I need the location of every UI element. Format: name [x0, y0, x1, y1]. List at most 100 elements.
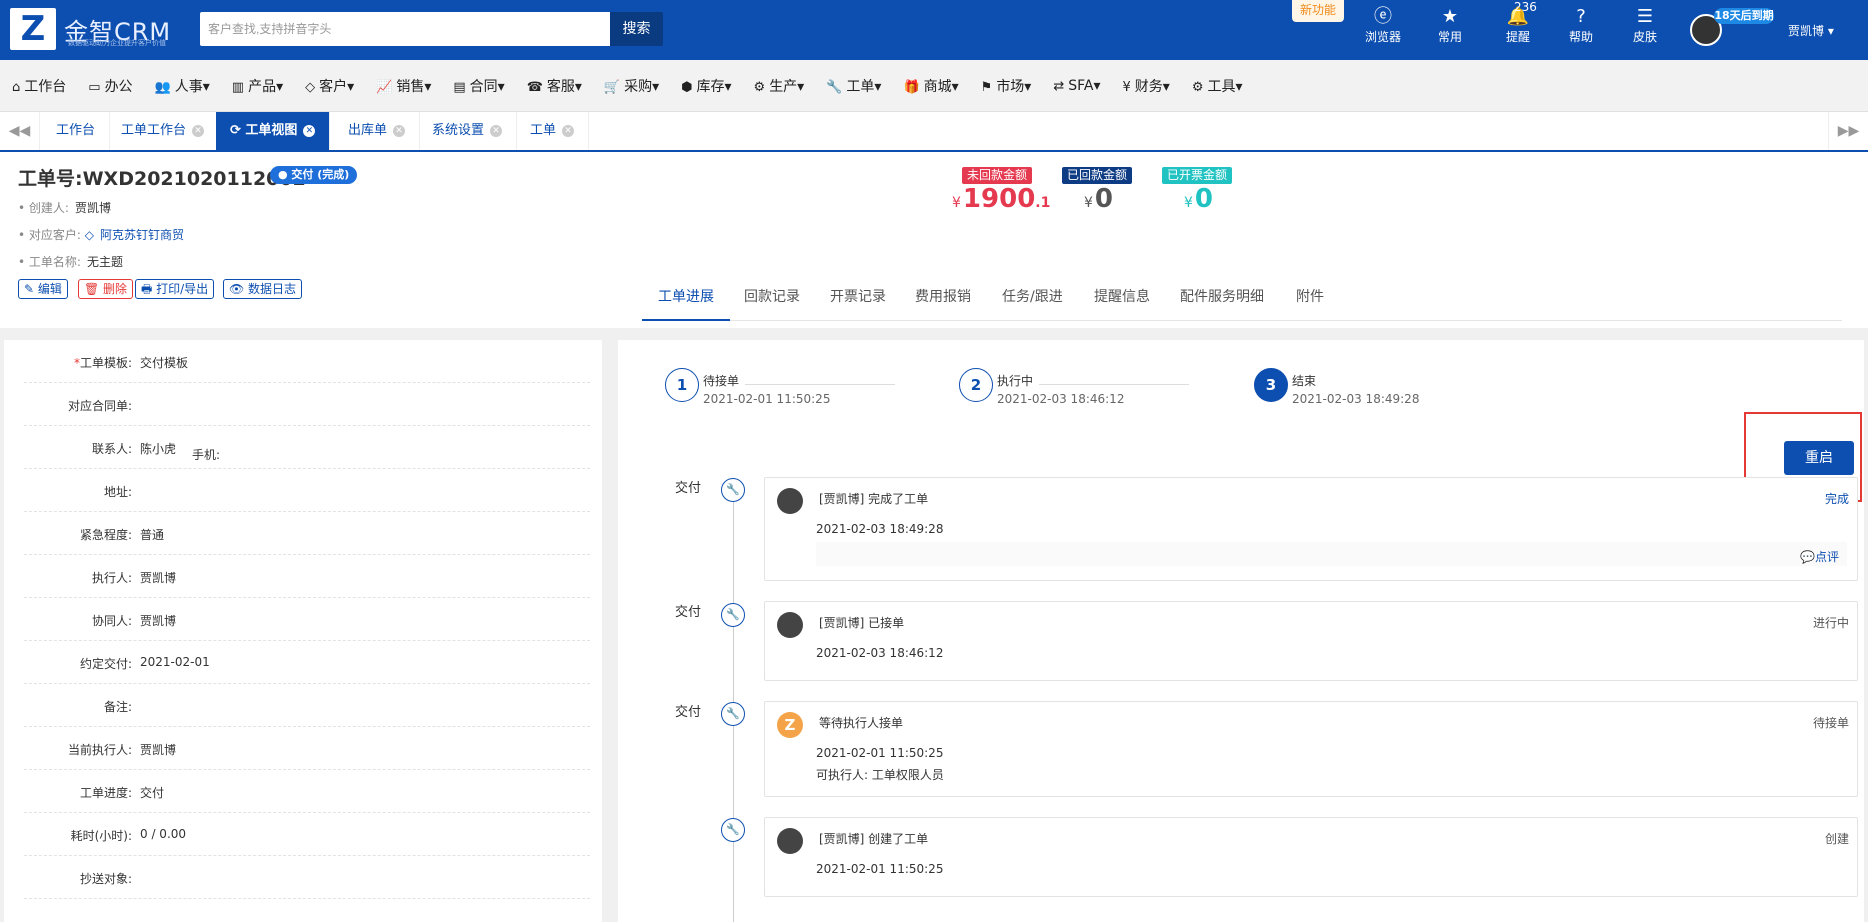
field-label: 耗时(小时): — [70, 829, 132, 843]
cubes-icon: ⬢ — [681, 79, 693, 95]
user-menu[interactable]: 贾凯博 ▾ — [1788, 22, 1834, 39]
customer-link[interactable]: 阿克苏钉钉商贸 — [100, 228, 184, 242]
wrench-icon: 🔧 — [721, 603, 745, 627]
close-icon[interactable]: ✕ — [490, 124, 503, 137]
customer-search-input[interactable] — [200, 12, 610, 46]
tab-system-settings[interactable]: 系统设置 ✕ — [418, 112, 518, 150]
tab-workbench[interactable]: 工作台 — [42, 112, 111, 150]
mobile-label: 手机: — [192, 448, 221, 462]
tab-label: 工单工作台 — [121, 123, 187, 138]
help-label: 帮助 — [1568, 30, 1593, 44]
timeline-time: 2021-02-03 18:46:12 — [816, 646, 944, 660]
step-pending: 1 待接单 2021-02-01 11:50:25 — [665, 368, 925, 410]
step-date: 2021-02-01 11:50:25 — [703, 392, 831, 406]
amount-value: 1900 — [962, 184, 1036, 214]
new-feature-badge[interactable]: 新功能 — [1292, 0, 1344, 22]
comment-button[interactable]: 💬点评 — [1800, 548, 1839, 565]
tabs-scroll-right-icon[interactable]: ▶▶ — [1828, 112, 1868, 150]
close-icon[interactable]: ✕ — [393, 124, 406, 137]
menu-contract[interactable]: ▤ 合同▾ — [453, 76, 504, 96]
skin-icon: ☰ — [1636, 6, 1654, 27]
menu-customer[interactable]: ◇ 客户▾ — [305, 76, 354, 96]
field-value: 贾凯博 — [140, 614, 177, 628]
subtab-reminders[interactable]: 提醒信息 — [1094, 285, 1150, 321]
menu-mall[interactable]: 🎁 商城▾ — [903, 76, 958, 96]
timeline-time: 2021-02-03 18:49:28 — [816, 522, 944, 536]
menu-label: 采购▾ — [624, 78, 660, 95]
search-button[interactable]: 搜索 — [610, 12, 663, 46]
menu-product[interactable]: ▥ 产品▾ — [232, 76, 283, 96]
menu-sfa[interactable]: ⇄ SFA▾ — [1053, 78, 1100, 94]
field-address: 地址: — [24, 469, 590, 512]
menu-tools[interactable]: ⚙ 工具▾ — [1192, 76, 1243, 96]
timeline-extra: 可执行人: 工单权限人员 — [816, 768, 944, 782]
tab-outbound[interactable]: 出库单 ✕ — [334, 112, 421, 150]
edit-button[interactable]: ✎ 编辑 — [18, 279, 68, 299]
menu-hr[interactable]: 👥 人事▾ — [155, 76, 210, 96]
menu-workbench[interactable]: ⌂ 工作台 — [12, 76, 66, 96]
tab-label: 系统设置 — [432, 123, 485, 138]
wrench-icon: 🔧 — [721, 478, 745, 502]
timeline-card: [贾凯博] 完成了工单 2021-02-03 18:49:28 完成 💬点评 — [764, 477, 1858, 581]
unpaid-amount: ¥1900.1 — [952, 184, 1050, 214]
subtab-invoice-records[interactable]: 开票记录 — [830, 285, 886, 321]
menu-workorder[interactable]: 🔧 工单▾ — [826, 76, 881, 96]
browser-button[interactable]: ⓔ 浏览器 — [1355, 6, 1411, 45]
menu-label: 库存▾ — [696, 78, 732, 95]
delete-button[interactable]: 🗑 删除 — [78, 279, 134, 299]
favorites-button[interactable]: ★ 常用 — [1422, 6, 1478, 45]
close-icon[interactable]: ✕ — [303, 124, 316, 137]
subtab-tasks[interactable]: 任务/跟进 — [1002, 285, 1063, 321]
data-log-button[interactable]: 👁 数据日志 — [223, 279, 303, 299]
refresh-icon[interactable]: ⟳ — [230, 123, 245, 138]
menu-inventory[interactable]: ⬢ 库存▾ — [681, 76, 731, 96]
currency-symbol: ¥ — [1084, 195, 1093, 211]
subtab-parts-service[interactable]: 配件服务明细 — [1180, 285, 1264, 321]
subtab-payment-records[interactable]: 回款记录 — [744, 285, 800, 321]
trial-badge: 18天后到期 — [1714, 8, 1774, 24]
menu-finance[interactable]: ¥ 财务▾ — [1123, 76, 1170, 96]
menu-service[interactable]: ☎ 客服▾ — [527, 76, 582, 96]
menu-office[interactable]: ▭ 办公 — [88, 76, 132, 96]
app-logo[interactable]: Z 金智CRM 数据驱动助力企业提升客户价值 — [10, 8, 171, 50]
close-icon[interactable]: ✕ — [562, 124, 575, 137]
print-export-button[interactable]: 🖶 打印/导出 — [135, 279, 215, 299]
subtab-progress[interactable]: 工单进展 — [642, 285, 730, 321]
tab-label: 出库单 — [348, 123, 388, 138]
field-delivery-date: 约定交付: 2021-02-01 — [24, 641, 590, 684]
tabs-scroll-left-icon[interactable]: ◀◀ — [0, 112, 40, 150]
menu-label: 合同▾ — [469, 78, 505, 95]
menu-production[interactable]: ⚙ 生产▾ — [754, 76, 805, 96]
page-tabs: ◀◀ 工作台 工单工作台 ✕ ⟳ 工单视图 ✕ 出库单 ✕ 系统设置 ✕ 工单 ✕ ▶▶ — [0, 112, 1868, 152]
step-number: 2 — [959, 368, 993, 402]
field-progress: 工单进度: 交付 — [24, 770, 590, 813]
menu-market[interactable]: ⚑ 市场▾ — [981, 76, 1032, 96]
menu-sales[interactable]: 📈 销售▾ — [376, 76, 431, 96]
tab-workorder-workbench[interactable]: 工单工作台 ✕ — [107, 112, 220, 150]
field-label: 备注: — [103, 700, 132, 714]
menu-label: 客户▾ — [319, 78, 355, 95]
menu-purchase[interactable]: 🛒 采购▾ — [604, 76, 659, 96]
timeline-title: 等待执行人接单 — [819, 716, 904, 730]
field-value: 交付 — [140, 786, 165, 800]
subtab-attachments[interactable]: 附件 — [1296, 285, 1324, 321]
field-value: 2021-02-01 — [140, 655, 210, 669]
timeline-kind: 交付 — [675, 481, 702, 496]
top-bar: Z 金智CRM 数据驱动助力企业提升客户价值 搜索 新功能 ⓔ 浏览器 ★ 常用… — [0, 0, 1868, 60]
step-number: 3 — [1254, 368, 1288, 402]
timeline-title: [贾凯博] 完成了工单 — [819, 492, 929, 506]
name-label: 工单名称: — [28, 255, 81, 269]
field-label: *工单模板: — [24, 354, 132, 371]
close-icon[interactable]: ✕ — [192, 124, 205, 137]
timeline-kind: 交付 — [675, 605, 702, 620]
skin-button[interactable]: ☰ 皮肤 — [1617, 6, 1673, 45]
help-button[interactable]: ? 帮助 — [1553, 6, 1609, 45]
subtab-expense[interactable]: 费用报销 — [915, 285, 971, 321]
tab-workorder[interactable]: 工单 ✕ — [516, 112, 590, 150]
step-connector — [1039, 384, 1189, 385]
field-cc: 抄送对象: — [24, 856, 590, 899]
tab-workorder-view[interactable]: ⟳ 工单视图 ✕ — [216, 112, 331, 150]
amount-decimal: .1 — [1035, 195, 1051, 211]
wrench-icon: 🔧 — [721, 702, 745, 726]
tab-label: 工单视图 — [245, 123, 298, 138]
